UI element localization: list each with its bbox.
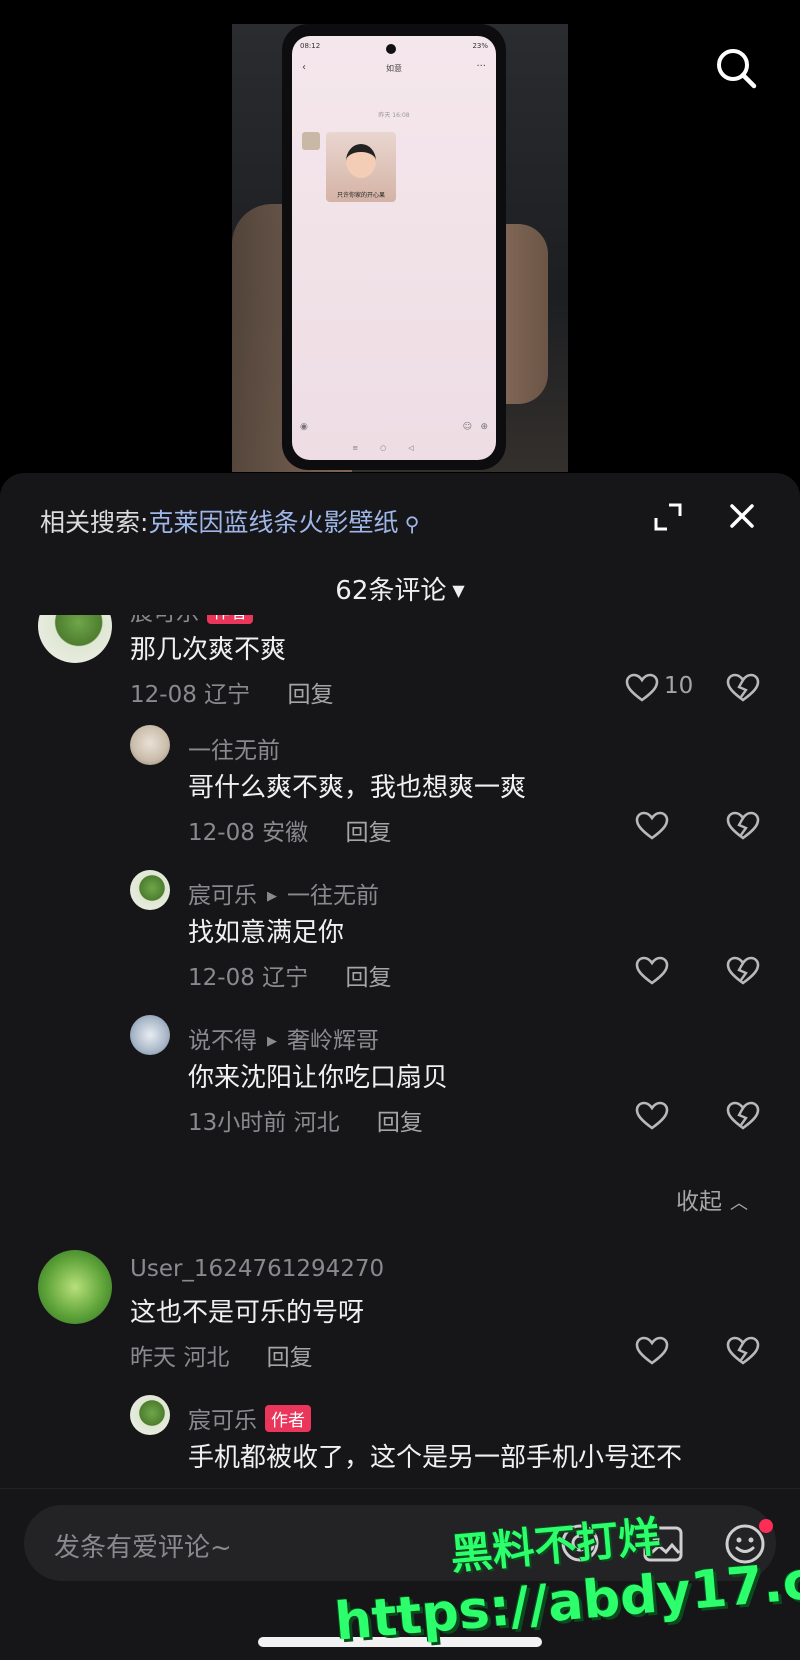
heart-icon[interactable] — [635, 956, 669, 986]
reply-arrow-icon: ▶ — [267, 1034, 277, 1049]
comment-author[interactable]: 说不得 ▶ 奢岭辉哥 — [188, 1021, 379, 1055]
broken-heart-icon[interactable] — [726, 1336, 760, 1366]
phone-screen: 08:12 23% ‹ 如意 ··· 昨天 16:08 只许你家的开心果 ◉ ☺… — [292, 36, 496, 460]
avatar[interactable] — [38, 615, 112, 663]
author-name: 一往无前 — [188, 738, 280, 764]
avatar[interactable] — [130, 1395, 170, 1435]
comment-region: 河北 — [183, 1345, 230, 1371]
comment-text[interactable]: 找如意满足你 — [188, 912, 344, 949]
close-icon[interactable] — [726, 500, 758, 532]
video-frame: 08:12 23% ‹ 如意 ··· 昨天 16:08 只许你家的开心果 ◉ ☺… — [232, 24, 568, 472]
comment-text[interactable]: 哥什么爽不爽，我也想爽一爽 — [188, 767, 526, 804]
video-player[interactable]: 08:12 23% ‹ 如意 ··· 昨天 16:08 只许你家的开心果 ◉ ☺… — [0, 0, 800, 480]
comment-meta: 昨天 河北 回复 — [130, 1338, 313, 1372]
heart-icon[interactable] — [635, 1101, 669, 1131]
comment-count-label: 62条评论 — [335, 576, 447, 606]
comment-date: 12-08 — [188, 965, 255, 991]
comment-input-placeholder: 发条有爱评论~ — [54, 1533, 232, 1563]
comment-date: 12-08 — [130, 682, 197, 708]
broken-heart-icon[interactable] — [726, 1101, 760, 1131]
heart-icon[interactable] — [625, 673, 659, 703]
like-count: 10 — [664, 673, 694, 699]
broken-heart-icon[interactable] — [726, 811, 760, 841]
phone-chat-input: ◉ ☺ ⊕ — [298, 420, 490, 438]
phone-more-icon: ··· — [476, 61, 486, 72]
avatar[interactable] — [130, 870, 170, 910]
comment-author[interactable]: 宸可乐作者 — [130, 615, 253, 627]
related-search-icon: ⚲ — [398, 512, 420, 536]
reply-button[interactable]: 回复 — [345, 965, 391, 991]
collapse-replies-button[interactable]: 收起 ︿ — [676, 1182, 748, 1216]
author-badge: 作者 — [265, 1405, 311, 1432]
heart-icon[interactable] — [635, 811, 669, 841]
comment-region: 河北 — [293, 1110, 340, 1136]
search-icon[interactable] — [712, 44, 760, 92]
heart-icon[interactable] — [635, 1336, 669, 1366]
reply-arrow-icon: ▶ — [267, 889, 277, 904]
related-search-keyword[interactable]: 克莱因蓝线条火影壁纸 — [148, 508, 398, 537]
phone-emoji-icon: ☺ — [462, 422, 472, 432]
phone-chat-timestamp: 昨天 16:08 — [378, 112, 410, 119]
comment-author[interactable]: 一往无前 — [188, 731, 280, 765]
comment-meta: 12-08 辽宁 回复 — [130, 675, 333, 709]
broken-heart-icon[interactable] — [726, 673, 760, 703]
avatar[interactable] — [130, 725, 170, 765]
phone-voice-icon: ◉ — [300, 422, 308, 432]
comment-author[interactable]: 宸可乐 ▶ 一往无前 — [188, 876, 379, 910]
reply-button[interactable]: 回复 — [287, 682, 333, 708]
comment-panel: 相关搜索:克莱因蓝线条火影壁纸 ⚲ 62条评论▼ 宸可乐作者 那几次爽不爽 12… — [0, 473, 800, 1660]
author-name: 说不得 — [188, 1028, 257, 1054]
notification-dot — [759, 1519, 773, 1533]
comment-date: 昨天 — [130, 1345, 176, 1371]
chevron-up-icon: ︿ — [730, 1193, 748, 1214]
reply-button[interactable]: 回复 — [345, 820, 391, 846]
comment-author[interactable]: User_1624761294270 — [130, 1256, 384, 1282]
author-name: 宸可乐 — [188, 1408, 257, 1434]
comment-region: 辽宁 — [204, 682, 251, 708]
sticker-face — [346, 144, 376, 178]
comment-region: 安徽 — [262, 820, 309, 846]
phone-time: 08:12 — [300, 42, 321, 50]
phone-nav-bar: ≡○◁ — [352, 444, 436, 452]
phone-plus-icon: ⊕ — [480, 422, 488, 432]
comment-date: 13小时前 — [188, 1110, 287, 1136]
phone-chat-sticker: 只许你家的开心果 — [326, 132, 396, 202]
comment-date: 12-08 — [188, 820, 255, 846]
phone-battery: 23% — [472, 42, 488, 50]
author-name: 宸可乐 — [188, 883, 257, 909]
comment-text[interactable]: 手机都被收了，这个是另一部手机小号还不 — [188, 1437, 682, 1474]
comment-region: 辽宁 — [262, 965, 309, 991]
phone-chat-header: ‹ 如意 ··· — [292, 60, 496, 78]
phone-chat-title: 如意 — [386, 64, 402, 73]
related-search[interactable]: 相关搜索:克莱因蓝线条火影壁纸 ⚲ — [40, 503, 419, 539]
avatar[interactable] — [130, 1015, 170, 1055]
comment-meta: 12-08 安徽 回复 — [188, 813, 391, 847]
comment-text[interactable]: 那几次爽不爽 — [130, 629, 286, 666]
reply-button[interactable]: 回复 — [267, 1345, 313, 1371]
caret-down-icon: ▼ — [452, 581, 465, 600]
broken-heart-icon[interactable] — [726, 956, 760, 986]
phone-chat-avatar — [302, 132, 320, 150]
comment-text[interactable]: 这也不是可乐的号呀 — [130, 1292, 364, 1329]
author-name: 宸可乐 — [130, 615, 199, 626]
phone-in-video: 08:12 23% ‹ 如意 ··· 昨天 16:08 只许你家的开心果 ◉ ☺… — [282, 24, 506, 470]
comment-text[interactable]: 你来沈阳让你吃口扇贝 — [188, 1057, 448, 1094]
collapse-label: 收起 — [676, 1189, 722, 1215]
comment-list[interactable]: 宸可乐作者 那几次爽不爽 12-08 辽宁 回复 10 一往无前 哥什么爽 — [0, 615, 800, 1510]
author-badge: 作者 — [207, 615, 253, 624]
comment-meta: 12-08 辽宁 回复 — [188, 958, 391, 992]
sticker-caption: 只许你家的开心果 — [336, 192, 385, 199]
related-search-label: 相关搜索: — [40, 508, 149, 537]
phone-camera — [386, 44, 396, 54]
reply-button[interactable]: 回复 — [377, 1110, 423, 1136]
comment-meta: 13小时前 河北 回复 — [188, 1103, 423, 1137]
comment-count[interactable]: 62条评论 ▼ — [0, 570, 800, 607]
comment-author[interactable]: 宸可乐作者 — [188, 1401, 311, 1435]
expand-icon[interactable] — [653, 502, 683, 532]
reply-to-name: 一往无前 — [287, 883, 379, 909]
author-name: User_1624761294270 — [130, 1256, 385, 1282]
avatar[interactable] — [38, 1250, 112, 1324]
reply-to-name: 奢岭辉哥 — [287, 1028, 379, 1054]
